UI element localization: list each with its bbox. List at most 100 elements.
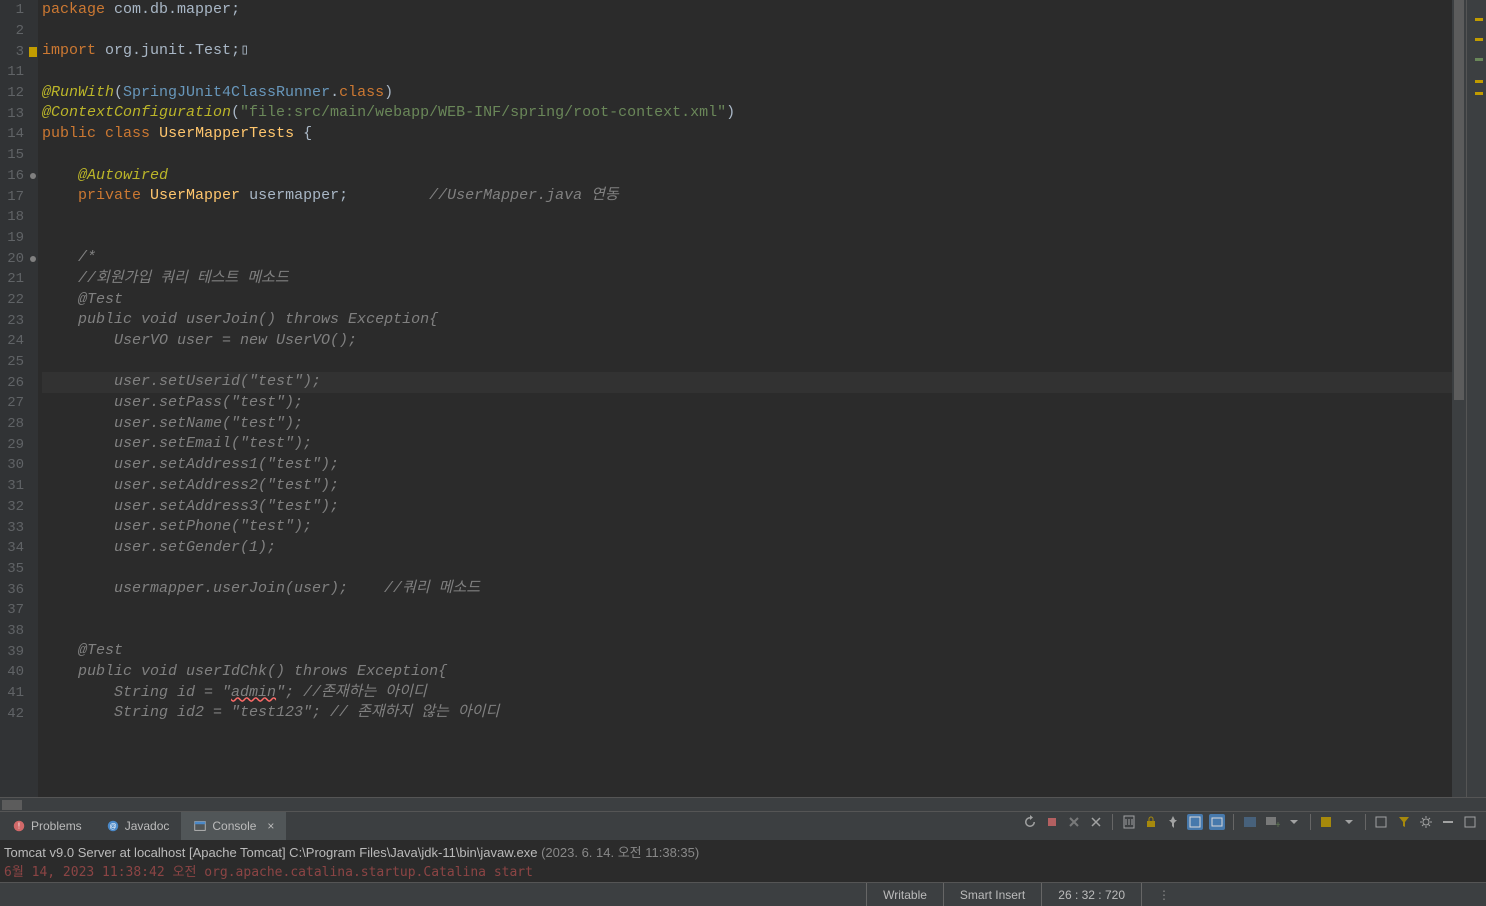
gutter-row[interactable]: 30 (0, 455, 38, 476)
code-line[interactable] (42, 621, 1486, 642)
code-line[interactable]: private UserMapper usermapper; //UserMap… (42, 186, 1486, 207)
clear-icon[interactable] (1121, 814, 1137, 830)
code-line[interactable]: user.setPass("test"); (42, 393, 1486, 414)
close-icon[interactable]: × (267, 819, 274, 833)
vertical-scrollbar-thumb[interactable] (1454, 0, 1464, 400)
gutter-row[interactable]: 33 (0, 517, 38, 538)
code-line[interactable]: UserVO user = new UserVO(); (42, 331, 1486, 352)
gutter-row[interactable]: 29 (0, 434, 38, 455)
gutter-row[interactable]: 36 (0, 579, 38, 600)
code-line[interactable]: String id2 = "test123"; // 존재하지 않는 아이디 (42, 703, 1486, 724)
code-line[interactable] (42, 207, 1486, 228)
gutter-row[interactable]: 13 (0, 103, 38, 124)
open-console-icon[interactable] (1242, 814, 1258, 830)
gutter-row[interactable]: 16 (0, 166, 38, 187)
gutter-row[interactable]: 14 (0, 124, 38, 145)
refresh-icon[interactable] (1022, 814, 1038, 830)
dropdown-icon[interactable] (1286, 814, 1302, 830)
gutter-row[interactable]: 34 (0, 538, 38, 559)
status-writable[interactable]: Writable (866, 883, 943, 906)
code-line[interactable] (42, 600, 1486, 621)
settings-icon[interactable] (1418, 814, 1434, 830)
overview-marker-info[interactable] (1475, 58, 1483, 61)
new-view-icon[interactable] (1319, 814, 1335, 830)
overview-marker-warn[interactable] (1475, 80, 1483, 83)
gutter-row[interactable]: 19 (0, 228, 38, 249)
code-editor-area[interactable]: 1231112131415161718192021222324252627282… (0, 0, 1486, 797)
vertical-scrollbar[interactable] (1452, 0, 1466, 797)
gutter-row[interactable]: 26 (0, 372, 38, 393)
gutter-row[interactable]: 11 (0, 62, 38, 83)
gutter-row[interactable]: 40 (0, 662, 38, 683)
tab-javadoc[interactable]: @ Javadoc (94, 812, 182, 840)
status-insert-mode[interactable]: Smart Insert (943, 883, 1041, 906)
code-line[interactable]: @Autowired (42, 166, 1486, 187)
minimize-icon[interactable] (1440, 814, 1456, 830)
gutter-row[interactable]: 31 (0, 476, 38, 497)
gutter-row[interactable]: 38 (0, 621, 38, 642)
code-line[interactable]: public void userIdChk() throws Exception… (42, 662, 1486, 683)
open-icon[interactable] (1374, 814, 1390, 830)
code-line[interactable]: user.setName("test"); (42, 414, 1486, 435)
gutter-row[interactable]: 23 (0, 310, 38, 331)
code-line[interactable]: user.setAddress3("test"); (42, 497, 1486, 518)
display-selected-icon[interactable] (1187, 814, 1203, 830)
remove-all-icon[interactable] (1066, 814, 1082, 830)
dropdown-icon[interactable] (1341, 814, 1357, 830)
code-line[interactable] (42, 352, 1486, 373)
overview-marker-warn[interactable] (1475, 92, 1483, 95)
code-line[interactable]: user.setGender(1); (42, 538, 1486, 559)
code-line[interactable]: @ContextConfiguration("file:src/main/web… (42, 103, 1486, 124)
code-line[interactable]: package com.db.mapper; (42, 0, 1486, 21)
gutter-row[interactable]: 2 (0, 21, 38, 42)
gutter-row[interactable]: 22 (0, 290, 38, 311)
overview-marker-warn[interactable] (1475, 18, 1483, 21)
code-line[interactable] (42, 145, 1486, 166)
console-content[interactable]: Tomcat v9.0 Server at localhost [Apache … (0, 840, 1486, 882)
code-line[interactable]: @RunWith(SpringJUnit4ClassRunner.class) (42, 83, 1486, 104)
gutter-row[interactable]: 24 (0, 331, 38, 352)
gutter-row[interactable]: 27 (0, 393, 38, 414)
code-line[interactable] (42, 62, 1486, 83)
gutter-row[interactable]: 3 (0, 41, 38, 62)
horizontal-scrollbar[interactable] (0, 797, 1486, 811)
gutter-row[interactable]: 32 (0, 497, 38, 518)
code-line[interactable]: @Test (42, 641, 1486, 662)
gutter-row[interactable]: 1 (0, 0, 38, 21)
code-line[interactable]: @Test (42, 290, 1486, 311)
stop-icon[interactable] (1044, 814, 1060, 830)
code-line[interactable]: String id = "admin"; //존재하는 아이디 (42, 683, 1486, 704)
line-gutter[interactable]: 1231112131415161718192021222324252627282… (0, 0, 38, 797)
filter-icon[interactable] (1396, 814, 1412, 830)
pin-icon[interactable] (1165, 814, 1181, 830)
gutter-row[interactable]: 12 (0, 83, 38, 104)
code-line[interactable]: /* (42, 248, 1486, 269)
code-line[interactable] (42, 21, 1486, 42)
maximize-icon[interactable] (1462, 814, 1478, 830)
code-line[interactable]: user.setEmail("test"); (42, 434, 1486, 455)
remove-icon[interactable] (1088, 814, 1104, 830)
gutter-row[interactable]: 15 (0, 145, 38, 166)
gutter-row[interactable]: 17 (0, 186, 38, 207)
code-line[interactable]: user.setAddress2("test"); (42, 476, 1486, 497)
gutter-row[interactable]: 25 (0, 352, 38, 373)
gutter-row[interactable]: 41 (0, 683, 38, 704)
gutter-row[interactable]: 18 (0, 207, 38, 228)
code-line[interactable] (42, 228, 1486, 249)
code-content[interactable]: package com.db.mapper; import org.junit.T… (38, 0, 1486, 797)
code-line[interactable]: public void userJoin() throws Exception{ (42, 310, 1486, 331)
show-console-icon[interactable] (1209, 814, 1225, 830)
scroll-lock-icon[interactable] (1143, 814, 1159, 830)
code-line[interactable]: usermapper.userJoin(user); //쿼리 메소드 (42, 579, 1486, 600)
overview-marker-warn[interactable] (1475, 38, 1483, 41)
overview-ruler[interactable] (1466, 0, 1486, 797)
status-overflow-icon[interactable]: ⋮ (1141, 883, 1186, 906)
tab-console[interactable]: Console × (181, 812, 286, 840)
code-line[interactable] (42, 559, 1486, 580)
code-line[interactable]: import org.junit.Test;▯ (42, 41, 1486, 62)
code-line[interactable]: public class UserMapperTests { (42, 124, 1486, 145)
gutter-row[interactable]: 39 (0, 641, 38, 662)
status-cursor-position[interactable]: 26 : 32 : 720 (1041, 883, 1141, 906)
new-console-icon[interactable]: + (1264, 814, 1280, 830)
code-line[interactable]: //회원가입 쿼리 테스트 메소드 (42, 269, 1486, 290)
